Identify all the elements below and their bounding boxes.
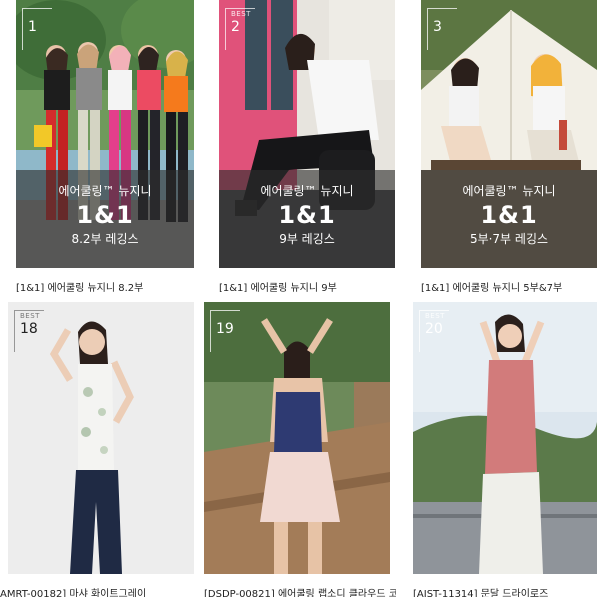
best-label: BEST <box>231 10 251 18</box>
product-image[interactable]: BEST 18 <box>8 302 194 574</box>
product-image[interactable]: 1 에어쿨링™ 뉴지니 1&1 8.2부 레깅스 <box>16 0 194 268</box>
promo-overlay: 에어쿨링™ 뉴지니 1&1 5부·7부 레깅스 <box>421 170 597 268</box>
promo-headline: 1&1 <box>278 201 336 229</box>
product-card-20[interactable]: BEST 20 [AIST-11314] 문달 드라이로즈 <box>413 302 600 597</box>
rank-number: 1 <box>28 19 37 35</box>
promo-headline: 1&1 <box>480 201 538 229</box>
rank-number: 18 <box>20 321 38 337</box>
promo-tagline: 8.2부 레깅스 <box>71 232 139 246</box>
best-label <box>28 9 52 19</box>
promo-subtitle: 에어쿨링™ 뉴지니 <box>462 184 556 198</box>
promo-subtitle: 에어쿨링™ 뉴지니 <box>260 184 354 198</box>
product-title-link[interactable]: AMRT-00182] 마샤 화이트그레이 <box>0 585 146 597</box>
promo-subtitle: 에어쿨링™ 뉴지니 <box>58 184 152 198</box>
product-title-link[interactable]: [1&1] 에어쿨링 뉴지니 8.2부 <box>16 279 143 292</box>
product-image[interactable]: BEST 2 에어쿨링™ 뉴지니 1&1 9부 레깅스 <box>219 0 395 268</box>
rank-number: 3 <box>433 19 442 35</box>
best-label <box>433 9 457 19</box>
rank-number: 20 <box>425 321 443 337</box>
product-image[interactable]: BEST 20 <box>413 302 597 574</box>
best-label: BEST <box>425 312 445 320</box>
product-card-18[interactable]: BEST 18 AMRT-00182] 마샤 화이트그레이 <box>0 302 194 597</box>
rank-number: 2 <box>231 19 240 35</box>
rank-badge: BEST 18 <box>14 310 44 352</box>
rank-badge: BEST 2 <box>225 8 255 50</box>
product-title-link[interactable]: [DSDP-00821] 에어쿨링 랩소디 클라우드 코랄 <box>204 585 396 597</box>
product-card-3[interactable]: 3 에어쿨링™ 뉴지니 1&1 5부·7부 레깅스 [1&1] 에어쿨링 뉴지니… <box>421 0 597 292</box>
promo-tagline: 9부 레깅스 <box>279 232 335 246</box>
product-title-link[interactable]: [1&1] 에어쿨링 뉴지니 9부 <box>219 279 337 292</box>
promo-headline: 1&1 <box>76 201 134 229</box>
product-card-19[interactable]: 19 [DSDP-00821] 에어쿨링 랩소디 클라우드 코랄 <box>204 302 396 597</box>
promo-overlay: 에어쿨링™ 뉴지니 1&1 8.2부 레깅스 <box>16 170 194 268</box>
promo-tagline: 5부·7부 레깅스 <box>469 232 549 246</box>
product-image[interactable]: 19 <box>204 302 390 574</box>
product-title-link[interactable]: [1&1] 에어쿨링 뉴지니 5부&7부 <box>421 279 562 292</box>
product-image[interactable]: 3 에어쿨링™ 뉴지니 1&1 5부·7부 레깅스 <box>421 0 597 268</box>
product-card-1[interactable]: 1 에어쿨링™ 뉴지니 1&1 8.2부 레깅스 [1&1] 에어쿨링 뉴지니 … <box>16 0 194 292</box>
rank-badge: 1 <box>22 8 52 50</box>
rank-badge: 19 <box>210 310 240 352</box>
best-label: BEST <box>20 312 40 320</box>
rank-badge: BEST 20 <box>419 310 449 352</box>
product-card-2[interactable]: BEST 2 에어쿨링™ 뉴지니 1&1 9부 레깅스 [1&1] 에어쿨링 뉴… <box>219 0 395 292</box>
best-label <box>216 311 240 321</box>
product-title-link[interactable]: [AIST-11314] 문달 드라이로즈 <box>413 585 548 597</box>
rank-badge: 3 <box>427 8 457 50</box>
rank-number: 19 <box>216 321 234 337</box>
promo-overlay: 에어쿨링™ 뉴지니 1&1 9부 레깅스 <box>219 170 395 268</box>
